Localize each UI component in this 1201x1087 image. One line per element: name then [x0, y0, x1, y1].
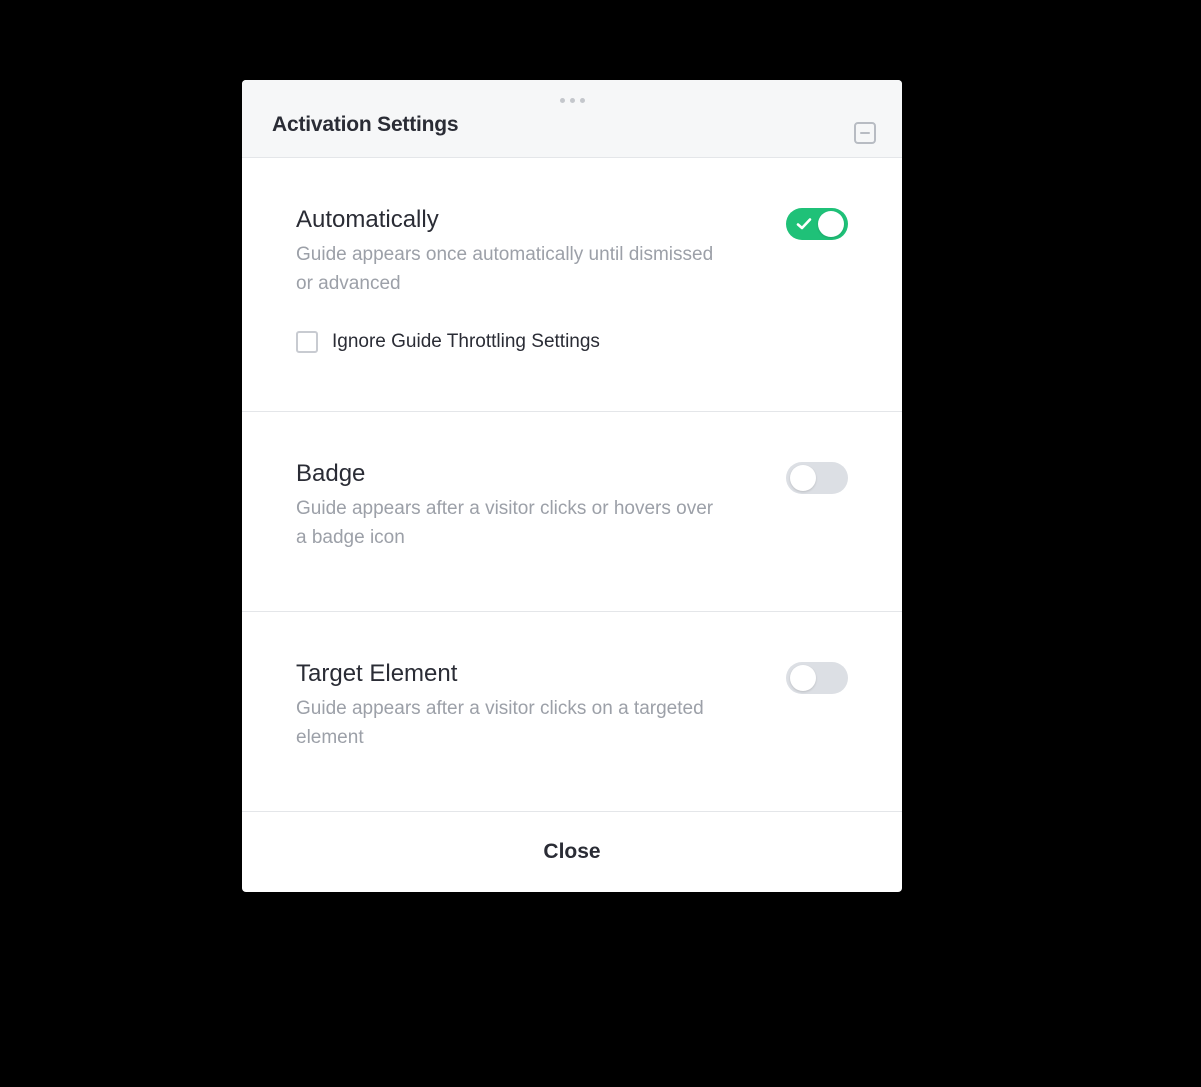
- automatically-title: Automatically: [296, 206, 716, 234]
- toggle-knob: [790, 465, 816, 491]
- badge-description: Guide appears after a visitor clicks or …: [296, 494, 716, 553]
- section-target-element: Target Element Guide appears after a vis…: [242, 612, 902, 812]
- automatically-description: Guide appears once automatically until d…: [296, 240, 716, 299]
- toggle-knob: [790, 665, 816, 691]
- close-button[interactable]: Close: [543, 840, 600, 864]
- target-description: Guide appears after a visitor clicks on …: [296, 694, 716, 753]
- panel-header: Activation Settings: [242, 80, 902, 158]
- badge-title: Badge: [296, 460, 716, 488]
- ignore-throttling-label: Ignore Guide Throttling Settings: [332, 331, 600, 353]
- toggle-knob: [818, 211, 844, 237]
- section-automatically: Automatically Guide appears once automat…: [242, 158, 902, 412]
- activation-settings-panel: Activation Settings Automatically Guide …: [242, 80, 902, 892]
- drag-handle-icon[interactable]: [272, 96, 872, 113]
- panel-title: Activation Settings: [272, 113, 872, 137]
- target-title: Target Element: [296, 660, 716, 688]
- badge-toggle[interactable]: [786, 462, 848, 494]
- check-icon: [796, 216, 812, 232]
- collapse-button[interactable]: [854, 122, 876, 144]
- automatically-toggle[interactable]: [786, 208, 848, 240]
- section-badge: Badge Guide appears after a visitor clic…: [242, 412, 902, 612]
- ignore-throttling-checkbox[interactable]: [296, 331, 318, 353]
- ignore-throttling-row: Ignore Guide Throttling Settings: [296, 331, 716, 353]
- panel-footer: Close: [242, 812, 902, 892]
- target-toggle[interactable]: [786, 662, 848, 694]
